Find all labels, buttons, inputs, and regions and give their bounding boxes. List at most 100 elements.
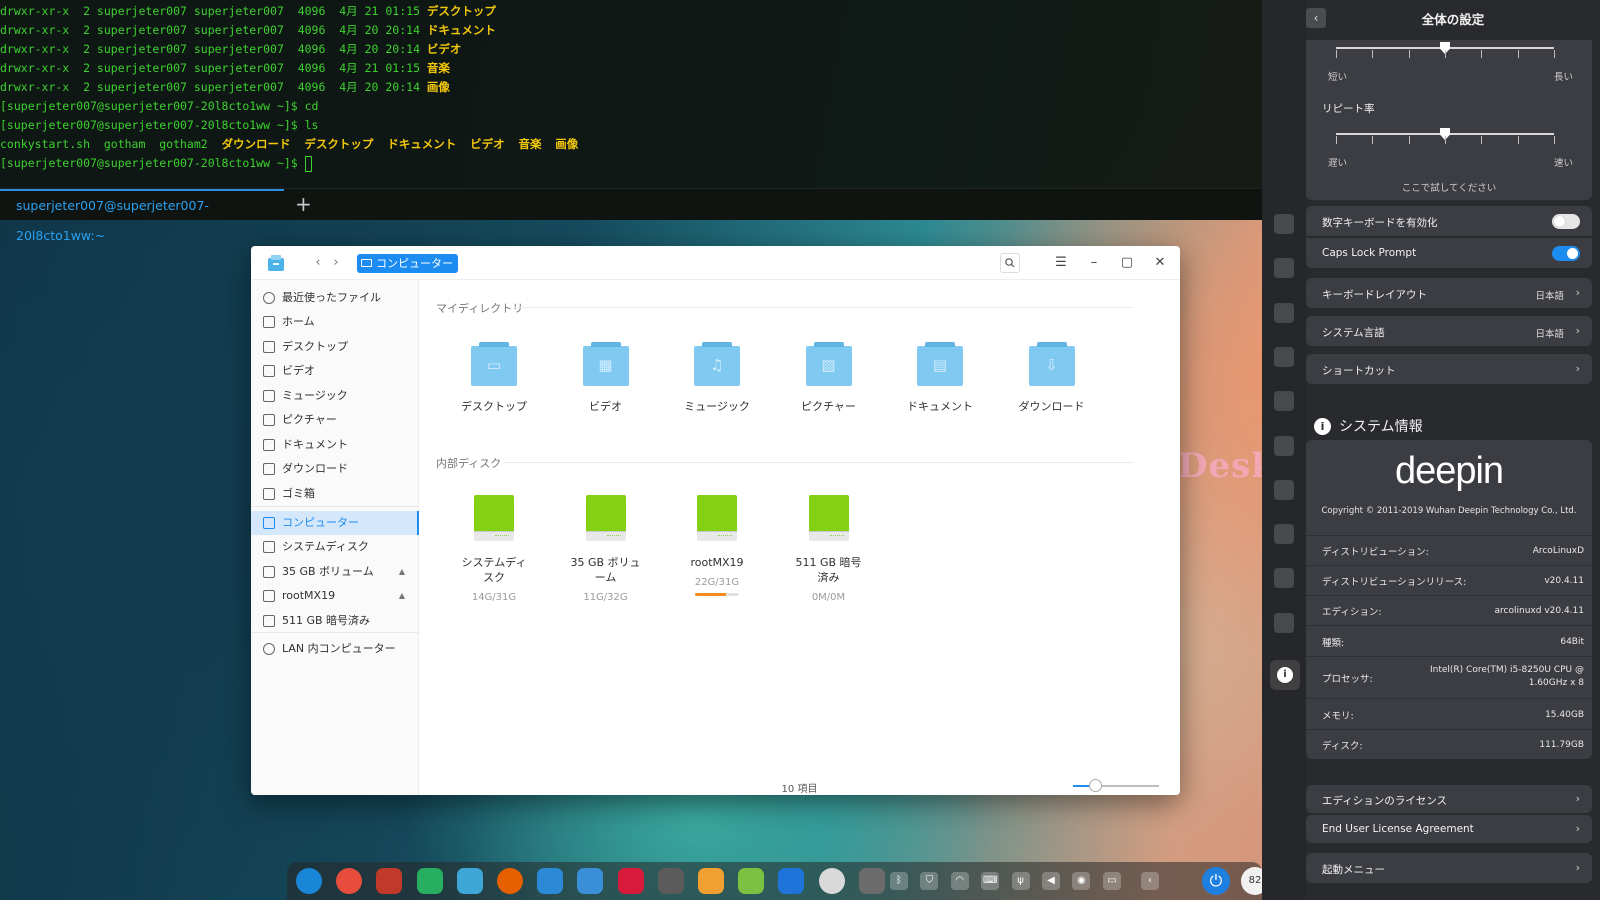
battery-icon[interactable]: ▭ <box>1102 872 1121 890</box>
settings-app-icon[interactable] <box>577 868 604 894</box>
disk-item[interactable]: システムディスク 14G/31G <box>444 495 544 603</box>
account-icon[interactable] <box>1274 214 1294 234</box>
toggle-knob <box>1554 216 1565 227</box>
disk-item[interactable]: rootMX19 22G/31G <box>667 495 767 596</box>
numlock-row[interactable]: 数字キーボードを有効化 <box>1306 206 1592 236</box>
keyboard-layout-row[interactable]: キーボードレイアウト 日本語 › <box>1306 278 1592 308</box>
image-viewer-icon[interactable] <box>698 868 724 894</box>
sidebar-item[interactable]: ミュージック <box>251 384 419 408</box>
system-info-nav-icon[interactable]: i <box>1270 660 1300 690</box>
sidebar-item[interactable]: LAN 内コンピューター <box>251 637 419 661</box>
zoom-slider-handle[interactable] <box>1088 779 1102 792</box>
close-button[interactable]: ✕ <box>1150 253 1170 273</box>
forward-button[interactable]: › <box>327 254 345 272</box>
terminal-icon[interactable] <box>376 868 403 894</box>
wifi-icon[interactable]: ◠ <box>950 872 969 890</box>
joystick-icon[interactable] <box>657 868 684 894</box>
control-center-icon[interactable] <box>818 868 845 894</box>
sidebar-item[interactable]: システムディスク <box>251 535 419 559</box>
launcher-icon[interactable] <box>296 868 322 894</box>
menu-button[interactable]: ☰ <box>1051 253 1071 273</box>
add-tab-button[interactable]: + <box>295 192 312 216</box>
sidebar-item-label: ミュージック <box>282 389 348 402</box>
capslock-toggle[interactable] <box>1552 246 1580 261</box>
eject-icon[interactable]: ▲ <box>399 560 405 584</box>
usb-icon[interactable]: ψ <box>1011 872 1030 890</box>
sidebar-item-label: 35 GB ボリューム <box>282 565 374 578</box>
sidebar-item[interactable]: 最近使ったファイル <box>251 286 419 310</box>
volume-icon[interactable]: ◀ <box>1042 872 1060 890</box>
music-app-icon[interactable] <box>738 868 765 894</box>
sidebar-item[interactable]: 35 GB ボリューム ▲ <box>251 560 419 584</box>
power-button[interactable]: ⏻ <box>1202 867 1230 895</box>
system-language-row[interactable]: システム言語 日本語 › <box>1306 316 1592 346</box>
maximize-button[interactable]: ▢ <box>1117 253 1137 273</box>
system-info-value-line: 111.79GB <box>1539 740 1584 750</box>
mouse-icon[interactable] <box>1274 568 1294 589</box>
capslock-row[interactable]: Caps Lock Prompt <box>1306 238 1592 268</box>
terminal-tab[interactable]: superjeter007@superjeter007-20l8cto1ww:~ <box>0 189 284 243</box>
bluetooth-icon[interactable]: ᛒ <box>890 872 908 890</box>
zoom-slider[interactable] <box>1073 779 1159 792</box>
folder-icon: ▦ <box>582 342 629 386</box>
system-info-row: ディストリビューション: ArcoLinuxD <box>1306 535 1592 565</box>
firefox-icon[interactable] <box>497 868 523 894</box>
drive-body <box>808 495 849 531</box>
terminal-window[interactable]: drwxr-xr-x 2 superjeter007 superjeter007… <box>0 0 1262 243</box>
text-editor-icon[interactable] <box>416 868 443 894</box>
folder-item[interactable]: ▨ ピクチャー <box>779 342 879 414</box>
network-icon[interactable] <box>1274 391 1294 412</box>
back-button[interactable]: ‹ <box>309 254 327 272</box>
network-icon[interactable]: ◉ <box>1072 872 1091 890</box>
minimize-button[interactable]: – <box>1084 253 1104 273</box>
edition-license-row[interactable]: エディションのライセンス › <box>1306 785 1592 813</box>
screen-recorder-icon[interactable] <box>336 868 363 894</box>
sound-icon[interactable] <box>1274 435 1294 456</box>
file-manager-icon[interactable] <box>456 868 483 894</box>
shortcuts-row[interactable]: ショートカット › <box>1306 354 1592 384</box>
screenshot-icon[interactable] <box>617 868 644 894</box>
system-language-value: 日本語 <box>1535 329 1564 340</box>
folder-label: ビデオ <box>589 400 622 413</box>
personalization-icon[interactable] <box>1274 346 1294 367</box>
default-apps-icon[interactable] <box>1274 302 1294 323</box>
sidebar-item[interactable]: ピクチャー <box>251 408 419 432</box>
folder-item[interactable]: ▤ ドキュメント <box>890 342 990 414</box>
sidebar-item[interactable]: rootMX19 ▲ <box>251 584 419 608</box>
computer-icon <box>361 259 372 267</box>
sidebar-item[interactable]: ホーム <box>251 310 419 334</box>
folder-item[interactable]: ♫ ミュージック <box>667 342 767 414</box>
sidebar-item[interactable]: デスクトップ <box>251 335 419 359</box>
sidebar-item[interactable]: ゴミ箱 <box>251 482 419 506</box>
boot-menu-row[interactable]: 起動メニュー › <box>1306 853 1592 883</box>
mail-icon[interactable] <box>537 868 564 894</box>
multitask-icon[interactable] <box>858 868 885 894</box>
shield-icon[interactable]: ⛉ <box>920 872 939 890</box>
chevron-left-icon[interactable]: ‹ <box>1141 872 1159 890</box>
folder-item[interactable]: ▦ ビデオ <box>556 342 656 414</box>
sidebar-item[interactable]: ドキュメント <box>251 433 419 457</box>
folder-icon: ▤ <box>917 342 963 386</box>
disk-item[interactable]: 511 GB 暗号済み 0M/0M <box>779 495 879 603</box>
search-button[interactable] <box>1000 253 1020 273</box>
sidebar-item[interactable]: 511 GB 暗号済み <box>251 609 419 633</box>
sidebar-item[interactable]: コンピューター <box>251 511 419 535</box>
sidebar-item[interactable]: ビデオ <box>251 359 419 383</box>
disk-item[interactable]: 35 GB ボリューム 11G/32G <box>556 495 656 603</box>
display-icon[interactable] <box>1274 258 1294 279</box>
power-icon[interactable] <box>1274 524 1294 545</box>
datetime-icon[interactable] <box>1274 479 1294 500</box>
terminal-output[interactable]: drwxr-xr-x 2 superjeter007 superjeter007… <box>0 0 1262 173</box>
sidebar-item[interactable]: ダウンロード <box>251 457 419 481</box>
keyboard-icon[interactable] <box>1274 612 1294 633</box>
eject-icon[interactable]: ▲ <box>399 584 405 608</box>
folder-item[interactable]: ⇩ ダウンロード <box>1002 342 1102 414</box>
breadcrumb[interactable]: コンピューター <box>357 254 458 273</box>
drive-base <box>697 531 737 541</box>
keyboard-icon[interactable]: ⌨ <box>981 872 1000 890</box>
movie-icon[interactable] <box>778 868 805 894</box>
folder-item[interactable]: ▭ デスクトップ <box>444 342 544 414</box>
eula-row[interactable]: End User License Agreement › <box>1306 815 1592 843</box>
numlock-toggle[interactable] <box>1552 214 1580 229</box>
info-icon: i <box>1277 667 1293 683</box>
